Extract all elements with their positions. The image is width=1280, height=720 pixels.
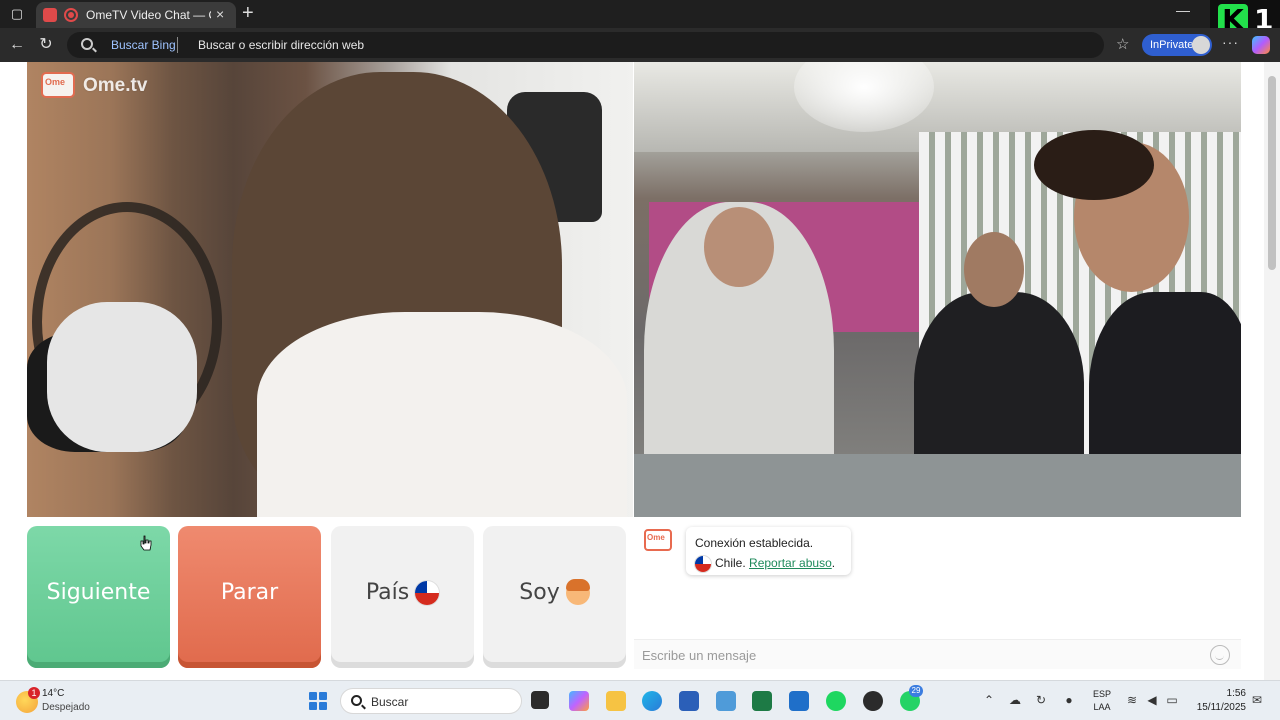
country-button-label: País — [365, 580, 410, 605]
new-tab-button[interactable]: + — [242, 2, 254, 24]
more-menu-icon[interactable]: ··· — [1222, 34, 1239, 50]
whatsapp-badge: 29 — [909, 685, 923, 697]
clock-time: 1:56 — [1226, 688, 1246, 699]
report-suffix: . — [831, 556, 836, 570]
browser-tab-bar: ▢ OmeTV Video Chat — Omegle × + — K 1 — [0, 0, 1280, 40]
volume-icon[interactable]: ◀ — [1145, 693, 1159, 707]
search-engine-label: Buscar Bing — [111, 38, 176, 52]
onedrive-icon[interactable]: ☁ — [1008, 693, 1022, 707]
tray-chevron-icon[interactable]: ⌃ — [982, 693, 996, 707]
remote-video — [634, 62, 1241, 517]
store-icon[interactable] — [679, 691, 699, 711]
scrollbar-thumb[interactable] — [1268, 76, 1276, 270]
stop-button[interactable]: Parar — [178, 526, 321, 668]
back-arrow-icon[interactable]: ← — [7, 35, 27, 55]
tv-logo-icon — [41, 72, 75, 98]
weather-temperature: 14°C — [42, 688, 65, 699]
page-scrollbar[interactable] — [1264, 62, 1280, 680]
video-person-shirt — [257, 312, 627, 517]
gender-button-label: Soy — [519, 580, 560, 605]
report-abuse-link[interactable]: Reportar abuso — [749, 556, 832, 570]
hand-cursor-icon — [140, 535, 152, 551]
language-indicator[interactable]: ESP LAA — [1093, 688, 1111, 714]
favorites-star-icon[interactable]: ☆ — [1116, 35, 1129, 53]
minimize-window-button[interactable]: — — [1176, 2, 1190, 18]
inprivate-label: InPrivate — [1150, 39, 1194, 51]
inprivate-tab-icon — [43, 8, 57, 22]
keyboard-layout: LAA — [1093, 702, 1111, 712]
copilot-icon[interactable] — [1252, 36, 1270, 54]
next-button-label: Siguiente — [46, 580, 151, 605]
weather-badge: 1 — [28, 687, 40, 699]
taskbar-search-label: Buscar — [371, 695, 409, 709]
chile-flag-small-icon — [695, 555, 711, 572]
local-video: Ome.tv — [27, 62, 633, 517]
browser-tab[interactable]: OmeTV Video Chat — Omegle × — [36, 2, 236, 28]
country-button[interactable]: País — [331, 526, 474, 668]
file-explorer-icon[interactable] — [606, 691, 626, 711]
edge-browser-icon[interactable] — [642, 691, 662, 711]
chile-flag-icon — [415, 581, 440, 605]
search-icon — [81, 38, 93, 50]
copilot-app-icon[interactable] — [569, 691, 589, 711]
clock-date: 15/11/2025 — [1196, 702, 1246, 713]
country-line: Chile. Reportar abuso. — [695, 553, 842, 573]
tab-actions-icon[interactable]: ▢ — [6, 4, 28, 24]
address-placeholder: Buscar o escribir dirección web — [198, 38, 365, 52]
language-code: ESP — [1093, 689, 1112, 699]
microphone-icon[interactable]: ● — [1062, 693, 1076, 707]
inprivate-button[interactable]: InPrivate — [1142, 34, 1212, 56]
close-tab-icon[interactable]: × — [216, 6, 224, 22]
taskbar-search[interactable]: Buscar — [340, 688, 522, 714]
recording-icon — [64, 8, 78, 22]
tab-title: OmeTV Video Chat — Omegle — [86, 8, 211, 22]
weather-condition: Despejado — [42, 702, 90, 713]
system-message: Conexión establecida. Chile. Reportar ab… — [686, 527, 851, 575]
boy-face-icon — [565, 579, 590, 605]
emoji-icon[interactable] — [1210, 645, 1230, 665]
address-divider — [177, 37, 178, 53]
message-input[interactable] — [642, 646, 1202, 664]
outlook-icon[interactable] — [789, 691, 809, 711]
video-person-1-head — [704, 207, 774, 287]
message-input-bar — [634, 639, 1241, 669]
ometv-page: Ome.tv Siguiente Parar País Soy Conexión… — [0, 62, 1280, 680]
profile-avatar — [1192, 36, 1210, 54]
gender-button[interactable]: Soy — [483, 526, 626, 668]
video-person-2-head — [964, 232, 1024, 307]
refresh-icon[interactable]: ↻ — [36, 35, 56, 55]
excel-icon[interactable] — [752, 691, 772, 711]
clock[interactable]: 1:56 15/11/2025 — [1190, 687, 1246, 715]
logo-text: Ome.tv — [83, 75, 148, 96]
taskbar-search-icon — [351, 695, 362, 706]
spotify-icon[interactable] — [826, 691, 846, 711]
sync-icon[interactable]: ↻ — [1034, 693, 1048, 707]
video-cat-shape — [47, 302, 197, 452]
video-person-3-hair — [1034, 130, 1154, 200]
windows-taskbar: 1 14°C Despejado Buscar 29 ⌃ ☁ ↻ ● ESP L… — [0, 680, 1280, 720]
chat-ometv-icon — [644, 529, 672, 551]
task-view-icon[interactable] — [531, 691, 549, 709]
browser-nav-bar: ← ↻ Buscar Bing Buscar o escribir direcc… — [0, 28, 1280, 62]
stop-button-label: Parar — [220, 580, 279, 605]
battery-icon[interactable]: ▭ — [1165, 693, 1179, 707]
partner-country: Chile. — [715, 556, 746, 570]
chat-panel: Conexión establecida. Chile. Reportar ab… — [634, 517, 1241, 669]
notification-icon[interactable]: ✉ — [1250, 693, 1264, 707]
windows-start-icon[interactable] — [309, 692, 327, 710]
video-table — [634, 454, 1241, 517]
weather-widget[interactable]: 1 14°C Despejado — [14, 687, 134, 717]
obs-icon[interactable] — [863, 691, 883, 711]
snipping-tool-icon[interactable] — [716, 691, 736, 711]
wifi-icon[interactable]: ≋ — [1125, 693, 1139, 707]
connection-status-text: Conexión establecida. — [695, 536, 814, 550]
address-bar[interactable]: Buscar Bing Buscar o escribir dirección … — [67, 32, 1104, 58]
